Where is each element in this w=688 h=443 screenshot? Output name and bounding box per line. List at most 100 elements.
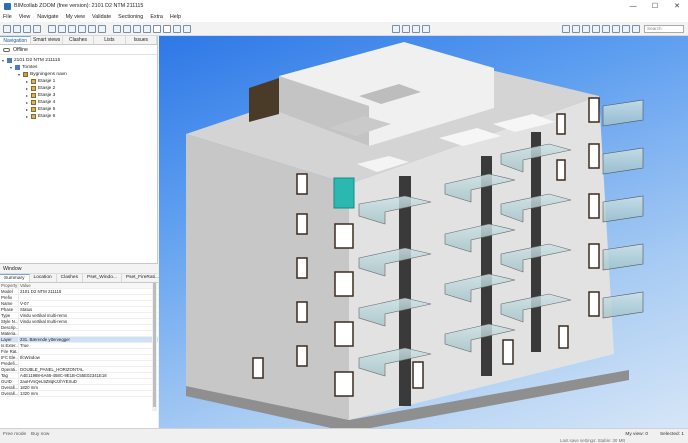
help-icon[interactable] [632, 24, 640, 33]
property-key: Phase [0, 307, 19, 312]
app-logo-icon [4, 2, 11, 10]
tree-item[interactable]: ▾ Tomtes [0, 64, 157, 71]
tab-prop-clashes[interactable]: Clashes [57, 274, 84, 282]
fit-view-icon[interactable] [562, 24, 570, 33]
clipboard-icon[interactable] [602, 24, 610, 33]
zoom-extents-icon[interactable] [582, 24, 590, 33]
menu-sectioning[interactable]: Sectioning [118, 14, 143, 20]
colors-icon[interactable] [412, 24, 420, 33]
zoom-selected-icon[interactable] [592, 24, 600, 33]
tree-view-icon[interactable] [23, 24, 31, 33]
menu-my-view[interactable]: My view [66, 14, 85, 20]
app-window: BIMcollab ZOOM (free version): 2101 D2 N… [0, 0, 688, 443]
menu-validate[interactable]: Validate [92, 14, 111, 20]
tree-item[interactable]: ▸ Etasje 4 [0, 99, 157, 106]
properties-title: Window [0, 264, 158, 274]
camera-icon[interactable] [402, 24, 410, 33]
my-view-count: My view: 0 [625, 432, 648, 437]
hand-icon[interactable] [422, 24, 430, 33]
free-mode-label: Free mode [3, 432, 27, 437]
minimize-button[interactable]: — [622, 0, 644, 12]
menu-help[interactable]: Help [170, 14, 181, 20]
add-model-icon[interactable] [13, 24, 21, 33]
tab-pset-fire[interactable]: Pset_FireRati... [122, 274, 164, 282]
tree-item-label: Etasje 6 [38, 114, 56, 119]
open-file-icon[interactable] [3, 24, 11, 33]
property-value: V-07 [20, 301, 29, 306]
close-button[interactable]: ✕ [666, 0, 688, 12]
measure-icon[interactable] [392, 24, 400, 33]
orbit-icon[interactable] [88, 24, 96, 33]
cube-icon[interactable] [133, 24, 141, 33]
property-value [19, 331, 158, 336]
tab-clashes[interactable]: Clashes [63, 36, 95, 44]
model-tree: ▾ 2101 D2 NTM 211115 ▾ Tomtes ▾ Bygningens na… [0, 55, 157, 120]
tab-summary[interactable]: Summary [0, 274, 30, 282]
walk-icon[interactable] [98, 24, 106, 33]
section-icon[interactable] [173, 24, 181, 33]
tree-item[interactable]: ▾ 2101 D2 NTM 211115 [0, 57, 157, 64]
status-label: Offline [13, 46, 28, 53]
menu-file[interactable]: File [3, 14, 12, 20]
zoom-in-icon[interactable] [58, 24, 66, 33]
property-key: Descrip... [1, 325, 19, 330]
home-view-icon[interactable] [143, 24, 151, 33]
tab-smart-views[interactable]: Smart views [31, 36, 63, 44]
search-input[interactable]: Search [644, 25, 684, 33]
main-toolbar: Search [0, 22, 688, 36]
properties-tabs: Summary Location Clashes Pset_Windo... P… [0, 274, 164, 283]
menu-extra[interactable]: Extra [150, 14, 163, 20]
selected-window[interactable] [333, 177, 355, 209]
property-key: Materia... [1, 331, 19, 336]
tree-item[interactable]: ▸ Etasje 5 [0, 106, 157, 113]
tree-item[interactable]: ▸ Etasje 3 [0, 92, 157, 99]
building-icon [23, 72, 28, 77]
view-mode-2-icon[interactable] [163, 24, 171, 33]
title-bar: BIMcollab ZOOM (free version): 2101 D2 N… [0, 0, 688, 12]
property-key: Name [0, 301, 19, 306]
property-key: Style N... [1, 319, 19, 324]
tab-lists[interactable]: Lists [94, 36, 126, 44]
refresh-icon[interactable] [612, 24, 620, 33]
property-key: Prefix [0, 295, 19, 300]
menu-view[interactable]: View [19, 14, 31, 20]
scrollbar-thumb[interactable] [153, 283, 156, 407]
header-property: Property [1, 283, 19, 288]
settings-icon[interactable] [622, 24, 630, 33]
property-key: Overall... [1, 385, 19, 390]
tree-item[interactable]: ▸ Etasje 2 [0, 85, 157, 92]
tab-pset-window[interactable]: Pset_Windo... [83, 274, 122, 282]
menu-navigate[interactable]: Navigate [37, 14, 58, 20]
property-value: Status [20, 307, 33, 312]
box-icon[interactable] [123, 24, 131, 33]
zoom-window-icon[interactable] [572, 24, 580, 33]
filter-icon[interactable] [183, 24, 191, 33]
tree-item[interactable]: ▸ Etasje 6 [0, 113, 157, 120]
property-value: 2101 D2 NTM 211115 [20, 289, 62, 294]
property-value [19, 295, 158, 300]
share-icon[interactable] [33, 24, 41, 33]
property-value: Vindu vertikal multi-rems [20, 319, 67, 324]
property-key: Tag [0, 373, 19, 378]
properties-scrollbar[interactable] [152, 283, 157, 411]
zoom-out-icon[interactable] [68, 24, 76, 33]
pan-icon[interactable] [78, 24, 86, 33]
property-row[interactable]: Overall... 1320 mm [0, 391, 158, 397]
tree-item[interactable]: ▾ Bygningens navn [0, 71, 157, 78]
3d-viewport[interactable] [159, 36, 688, 428]
tab-location[interactable]: Location [30, 274, 57, 282]
maximize-button[interactable]: ☐ [644, 0, 666, 12]
selected-count: Selected: 1 [659, 432, 684, 437]
select-icon[interactable] [48, 24, 56, 33]
tab-issues[interactable]: Issues [126, 36, 158, 44]
tree-item-label: Etasje 5 [38, 107, 56, 112]
buy-now-link[interactable]: Buy now [31, 432, 49, 437]
undo-icon[interactable] [113, 24, 121, 33]
property-value: Vindu vertikal multi-rems [20, 313, 67, 318]
tab-navigation[interactable]: Navigation [0, 36, 32, 44]
connection-status: Offline [0, 45, 157, 55]
tree-item[interactable]: ▸ Etasje 1 [0, 78, 157, 85]
view-mode-1-icon[interactable] [153, 24, 161, 33]
floor-icon [31, 100, 36, 105]
building-model[interactable] [159, 36, 688, 428]
